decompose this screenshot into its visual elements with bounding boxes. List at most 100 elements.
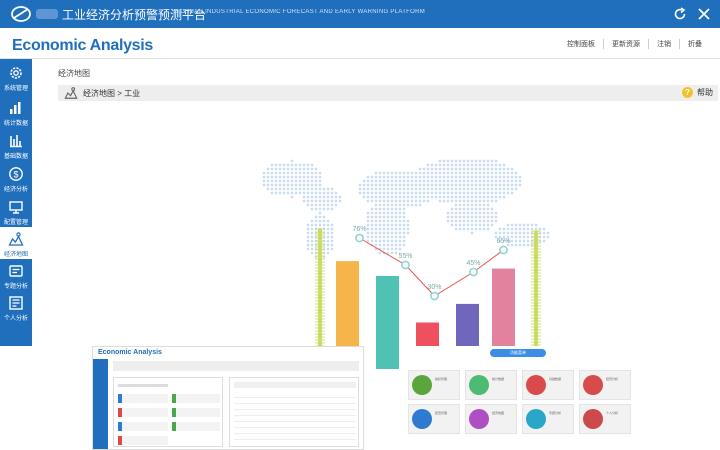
map-dot: [378, 243, 382, 247]
map-dot: [386, 211, 390, 215]
sidebar-item-topic[interactable]: 专题分析: [0, 259, 32, 291]
map-dot: [506, 231, 510, 235]
map-dot: [470, 167, 474, 171]
sidebar-item-economic-map[interactable]: 经济地图: [0, 227, 32, 259]
map-dot: [306, 243, 310, 247]
map-dot: [306, 231, 310, 235]
data-label: 30%: [427, 284, 441, 291]
map-dot: [494, 179, 498, 183]
function-menu-button[interactable]: 功能菜单: [490, 349, 546, 357]
map-dot: [434, 167, 438, 171]
help-button[interactable]: ? 帮助: [682, 87, 713, 98]
map-dot: [358, 191, 362, 195]
map-dot: [366, 211, 370, 215]
map-dot: [370, 227, 374, 231]
map-dot: [318, 207, 322, 211]
sidebar-item-config[interactable]: 配置管理: [0, 195, 32, 227]
menu-tile[interactable]: 个人分析: [579, 404, 631, 434]
map-dot: [362, 183, 366, 187]
gear-icon: [10, 67, 22, 79]
map-dot: [322, 219, 326, 223]
map-dot: [482, 175, 486, 179]
map-dot: [526, 231, 530, 235]
map-dot: [390, 235, 394, 239]
sidebar-item-system[interactable]: 系统管理: [0, 61, 32, 93]
map-dot: [390, 187, 394, 191]
sidebar-item-base-data[interactable]: 基础数据: [0, 129, 32, 161]
map-dot: [438, 191, 442, 195]
map-dot: [318, 199, 322, 203]
map-dot: [398, 187, 402, 191]
map-dot: [390, 191, 394, 195]
map-dot: [478, 207, 482, 211]
map-dot: [462, 223, 466, 227]
sidebar-item-statistics[interactable]: 统计数据: [0, 96, 32, 128]
map-dot: [274, 191, 278, 195]
map-dot: [382, 191, 386, 195]
topnav-update-resources[interactable]: 更新资源: [603, 39, 648, 49]
map-dot: [486, 223, 490, 227]
map-dot: [478, 179, 482, 183]
map-dot: [506, 171, 510, 175]
map-dot: [518, 175, 522, 179]
map-dot: [366, 191, 370, 195]
map-dot: [454, 163, 458, 167]
map-dot: [474, 175, 478, 179]
map-dot: [470, 179, 474, 183]
map-dot: [406, 191, 410, 195]
menu-tile[interactable]: 经济分析: [579, 370, 631, 400]
topnav-collapse[interactable]: 折叠: [679, 39, 710, 49]
map-dot: [294, 179, 298, 183]
map-dot: [446, 179, 450, 183]
close-button[interactable]: [694, 4, 714, 24]
map-dot: [490, 167, 494, 171]
map-dot: [374, 195, 378, 199]
refresh-button[interactable]: [670, 4, 690, 24]
map-dot: [298, 179, 302, 183]
map-dot: [366, 239, 370, 243]
map-dot: [310, 203, 314, 207]
map-dot: [490, 163, 494, 167]
topnav-control-panel[interactable]: 控制面板: [559, 39, 603, 49]
map-dot: [466, 199, 470, 203]
menu-tile[interactable]: 统计数据: [465, 370, 517, 400]
map-dot: [322, 191, 326, 195]
menu-tile[interactable]: 基础数据: [522, 370, 574, 400]
sidebar-item-personal[interactable]: 个人分析: [0, 291, 32, 323]
map-dot: [398, 175, 402, 179]
menu-tile[interactable]: 经济地图: [465, 404, 517, 434]
map-dot: [490, 183, 494, 187]
topnav-logout[interactable]: 注销: [648, 39, 679, 49]
map-dot: [378, 239, 382, 243]
map-dot: [390, 207, 394, 211]
map-dot: [450, 199, 454, 203]
sidebar-item-economic-analysis[interactable]: $ 经济分析: [0, 162, 32, 194]
sidebar-item-label: 经济地图: [3, 252, 28, 258]
map-dot: [446, 195, 450, 199]
map-dot: [282, 187, 286, 191]
map-dot: [330, 207, 334, 211]
map-dot: [446, 215, 450, 219]
map-dot: [486, 179, 490, 183]
map-dot: [422, 179, 426, 183]
map-dot: [326, 227, 330, 231]
map-dot: [370, 239, 374, 243]
map-dot: [402, 187, 406, 191]
map-dot: [470, 211, 474, 215]
map-dot: [474, 219, 478, 223]
map-dot: [518, 231, 522, 235]
map-dot: [510, 175, 514, 179]
map-dot: [302, 191, 306, 195]
map-dot: [426, 187, 430, 191]
menu-tile[interactable]: 专题分析: [522, 404, 574, 434]
map-dot: [458, 215, 462, 219]
trend-marker: [401, 260, 410, 270]
map-dot: [418, 199, 422, 203]
menu-tile[interactable]: 配置管理: [408, 404, 460, 434]
map-dot: [438, 183, 442, 187]
map-dot: [326, 195, 330, 199]
map-dot: [470, 195, 474, 199]
menu-tile[interactable]: 指标管理: [408, 370, 460, 400]
map-dot: [458, 175, 462, 179]
map-dot: [446, 211, 450, 215]
